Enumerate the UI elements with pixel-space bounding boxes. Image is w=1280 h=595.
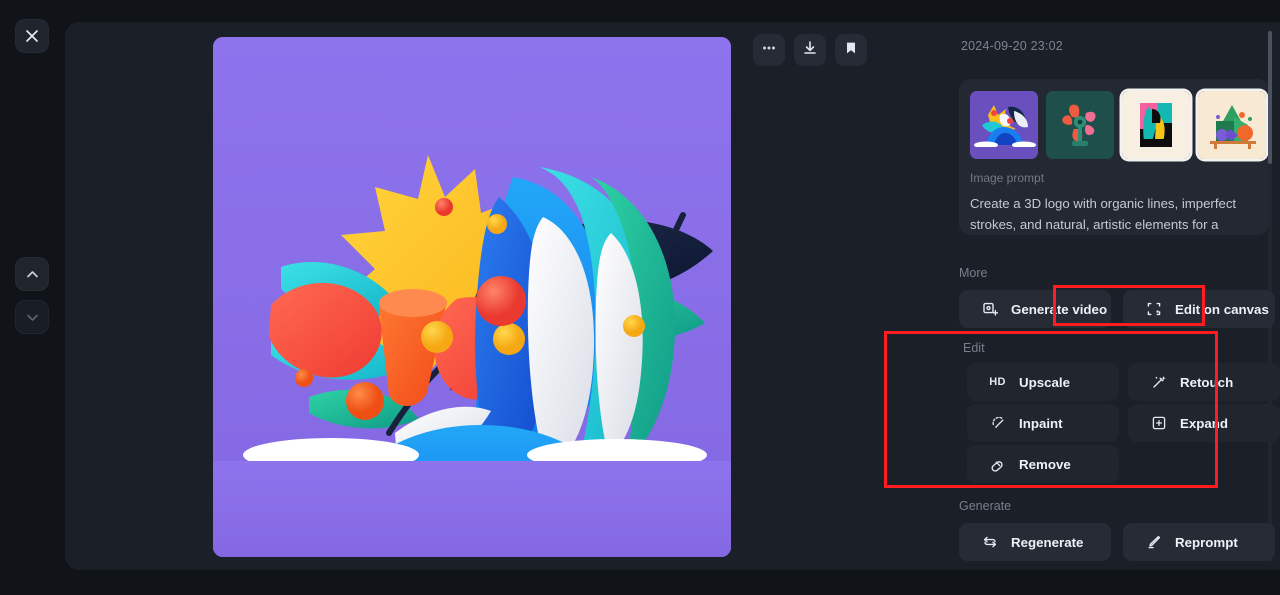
expand-button[interactable]: Expand <box>1128 404 1280 442</box>
inpaint-label: Inpaint <box>1019 415 1063 431</box>
upscale-label: Upscale <box>1019 374 1070 390</box>
thumbnail-3[interactable] <box>1122 91 1190 159</box>
download-icon <box>802 40 818 61</box>
pencil-icon <box>1145 534 1162 551</box>
close-icon <box>25 29 39 43</box>
chevron-up-icon <box>25 267 40 282</box>
upscale-button[interactable]: HD Upscale <box>967 363 1119 401</box>
next-image-button[interactable] <box>15 300 49 334</box>
artwork-svg <box>213 37 731 557</box>
chevron-down-icon <box>25 310 40 325</box>
image-detail-viewer: 2024-09-20 23:02 Image prompt Create a 3… <box>0 0 1280 595</box>
prompt-card[interactable]: Image prompt Create a 3D logo with organ… <box>959 79 1269 235</box>
section-title-more: More <box>959 266 988 280</box>
bookmark-icon <box>843 40 859 61</box>
prompt-text: Create a 3D logo with organic lines, imp… <box>970 196 1237 232</box>
close-button[interactable] <box>15 19 49 53</box>
generate-video-button[interactable]: Generate video <box>959 290 1111 328</box>
expand-label: Expand <box>1180 415 1229 431</box>
ellipsis-icon <box>761 40 777 61</box>
canvas-crop-icon <box>1145 301 1162 318</box>
content-panel: 2024-09-20 23:02 Image prompt Create a 3… <box>65 22 1280 570</box>
edit-on-canvas-label: Edit on canvas <box>1175 301 1269 317</box>
bookmark-button[interactable] <box>835 34 867 66</box>
regenerate-label: Regenerate <box>1011 534 1084 550</box>
thumbnail-3-art <box>1122 91 1190 159</box>
regenerate-button[interactable]: Regenerate <box>959 523 1111 561</box>
remove-label: Remove <box>1019 456 1071 472</box>
detail-sidebar: 2024-09-20 23:02 Image prompt Create a 3… <box>883 22 1280 570</box>
eraser-icon <box>989 456 1006 473</box>
previous-image-button[interactable] <box>15 257 49 291</box>
section-title-edit: Edit <box>963 341 985 355</box>
prompt-label: Image prompt <box>970 171 1045 185</box>
reprompt-button[interactable]: Reprompt <box>1123 523 1275 561</box>
reprompt-label: Reprompt <box>1175 534 1238 550</box>
inpaint-button[interactable]: Inpaint <box>967 404 1119 442</box>
thumbnail-1-art <box>970 91 1038 159</box>
thumbnail-row <box>970 91 1266 159</box>
thumbnail-4-art <box>1198 91 1266 159</box>
refresh-arrows-icon <box>981 534 998 551</box>
main-image[interactable] <box>213 37 731 557</box>
sidebar-scrollbar-thumb[interactable] <box>1268 31 1272 164</box>
video-frame-icon <box>981 301 998 318</box>
hd-icon: HD <box>989 376 1006 388</box>
retouch-button[interactable]: Retouch <box>1128 363 1280 401</box>
thumbnail-1[interactable] <box>970 91 1038 159</box>
generate-video-label: Generate video <box>1011 301 1108 317</box>
expand-frame-icon <box>1150 415 1167 432</box>
more-options-button[interactable] <box>753 34 785 66</box>
image-toolbar <box>753 34 867 66</box>
edit-on-canvas-button[interactable]: Edit on canvas <box>1123 290 1275 328</box>
thumbnail-2-art <box>1046 91 1114 159</box>
retouch-label: Retouch <box>1180 374 1234 390</box>
image-timestamp: 2024-09-20 23:02 <box>961 39 1063 53</box>
remove-button[interactable]: Remove <box>967 445 1119 483</box>
section-title-generate: Generate <box>959 499 1012 513</box>
thumbnail-2[interactable] <box>1046 91 1114 159</box>
inpaint-brush-icon <box>989 415 1006 432</box>
magic-wand-icon <box>1150 374 1167 391</box>
thumbnail-4[interactable] <box>1198 91 1266 159</box>
download-button[interactable] <box>794 34 826 66</box>
